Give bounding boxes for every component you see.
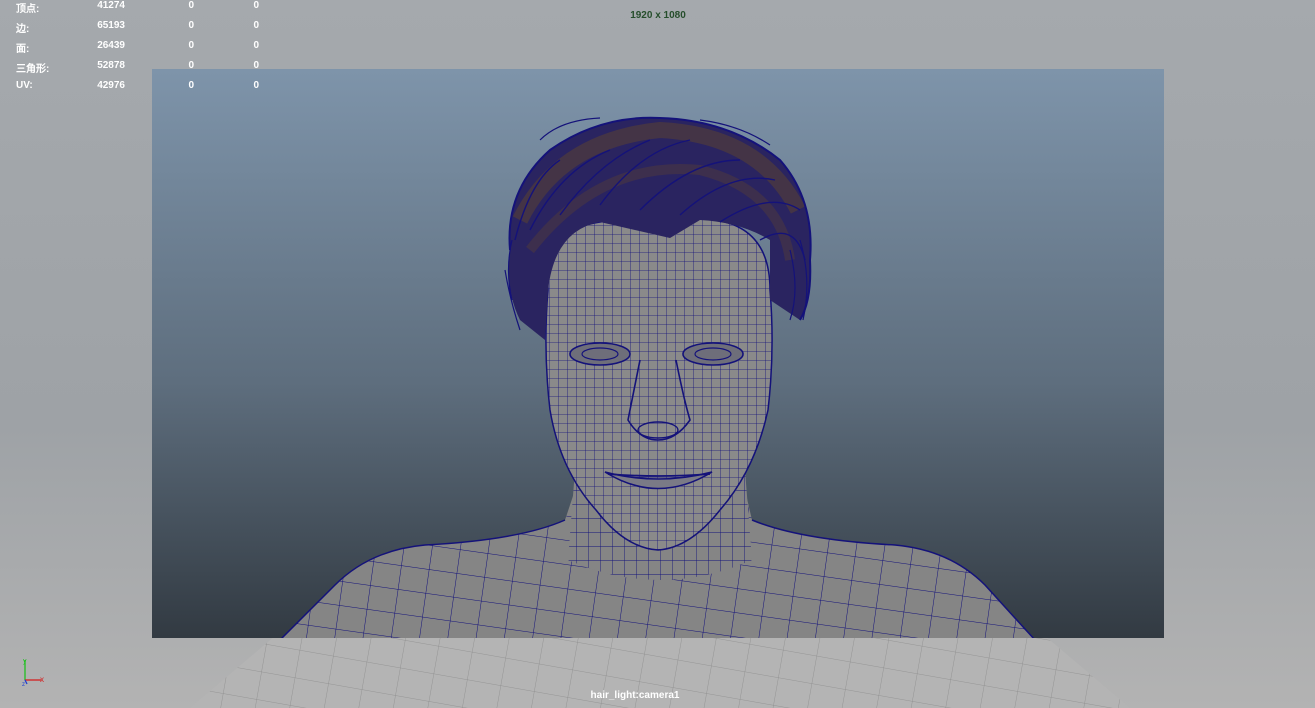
resolution-gate-label: 1920 x 1080 [630, 10, 686, 21]
hud-stat-value: 0 [253, 80, 259, 91]
hud-stat-label: 三角形: [16, 64, 50, 75]
x-axis-label: x [40, 675, 44, 684]
hud-stat-label: UV: [16, 80, 33, 91]
hud-stat-value: 41274 [97, 0, 125, 11]
left-eye [569, 342, 631, 366]
hud-stat-value: 65193 [97, 20, 125, 31]
hud-stat-value: 0 [188, 60, 194, 71]
hud-stat-value: 52878 [97, 60, 125, 71]
hud-stat-value: 0 [188, 40, 194, 51]
right-eye [682, 342, 744, 366]
hud-stat-label: 顶点: [16, 4, 40, 15]
hud-stat-value: 0 [188, 0, 194, 11]
hud-stat-value: 0 [253, 0, 259, 11]
hud-stat-value: 0 [253, 60, 259, 71]
viewport-3d-scene[interactable] [0, 0, 1315, 708]
z-axis-label: z [22, 682, 25, 687]
hud-stat-value: 0 [188, 80, 194, 91]
hud-stat-label: 边: [16, 24, 30, 35]
axis-gizmo-icon: y x z [22, 658, 44, 687]
hud-stat-value: 0 [188, 20, 194, 31]
hud-stat-label: 面: [16, 44, 30, 55]
hud-stat-value: 0 [253, 20, 259, 31]
camera-name-label: hair_light:camera1 [590, 690, 680, 701]
hud-stat-value: 26439 [97, 40, 125, 51]
y-axis-label: y [23, 658, 27, 665]
hud-stat-value: 0 [253, 40, 259, 51]
hud-stat-value: 42976 [97, 80, 125, 91]
